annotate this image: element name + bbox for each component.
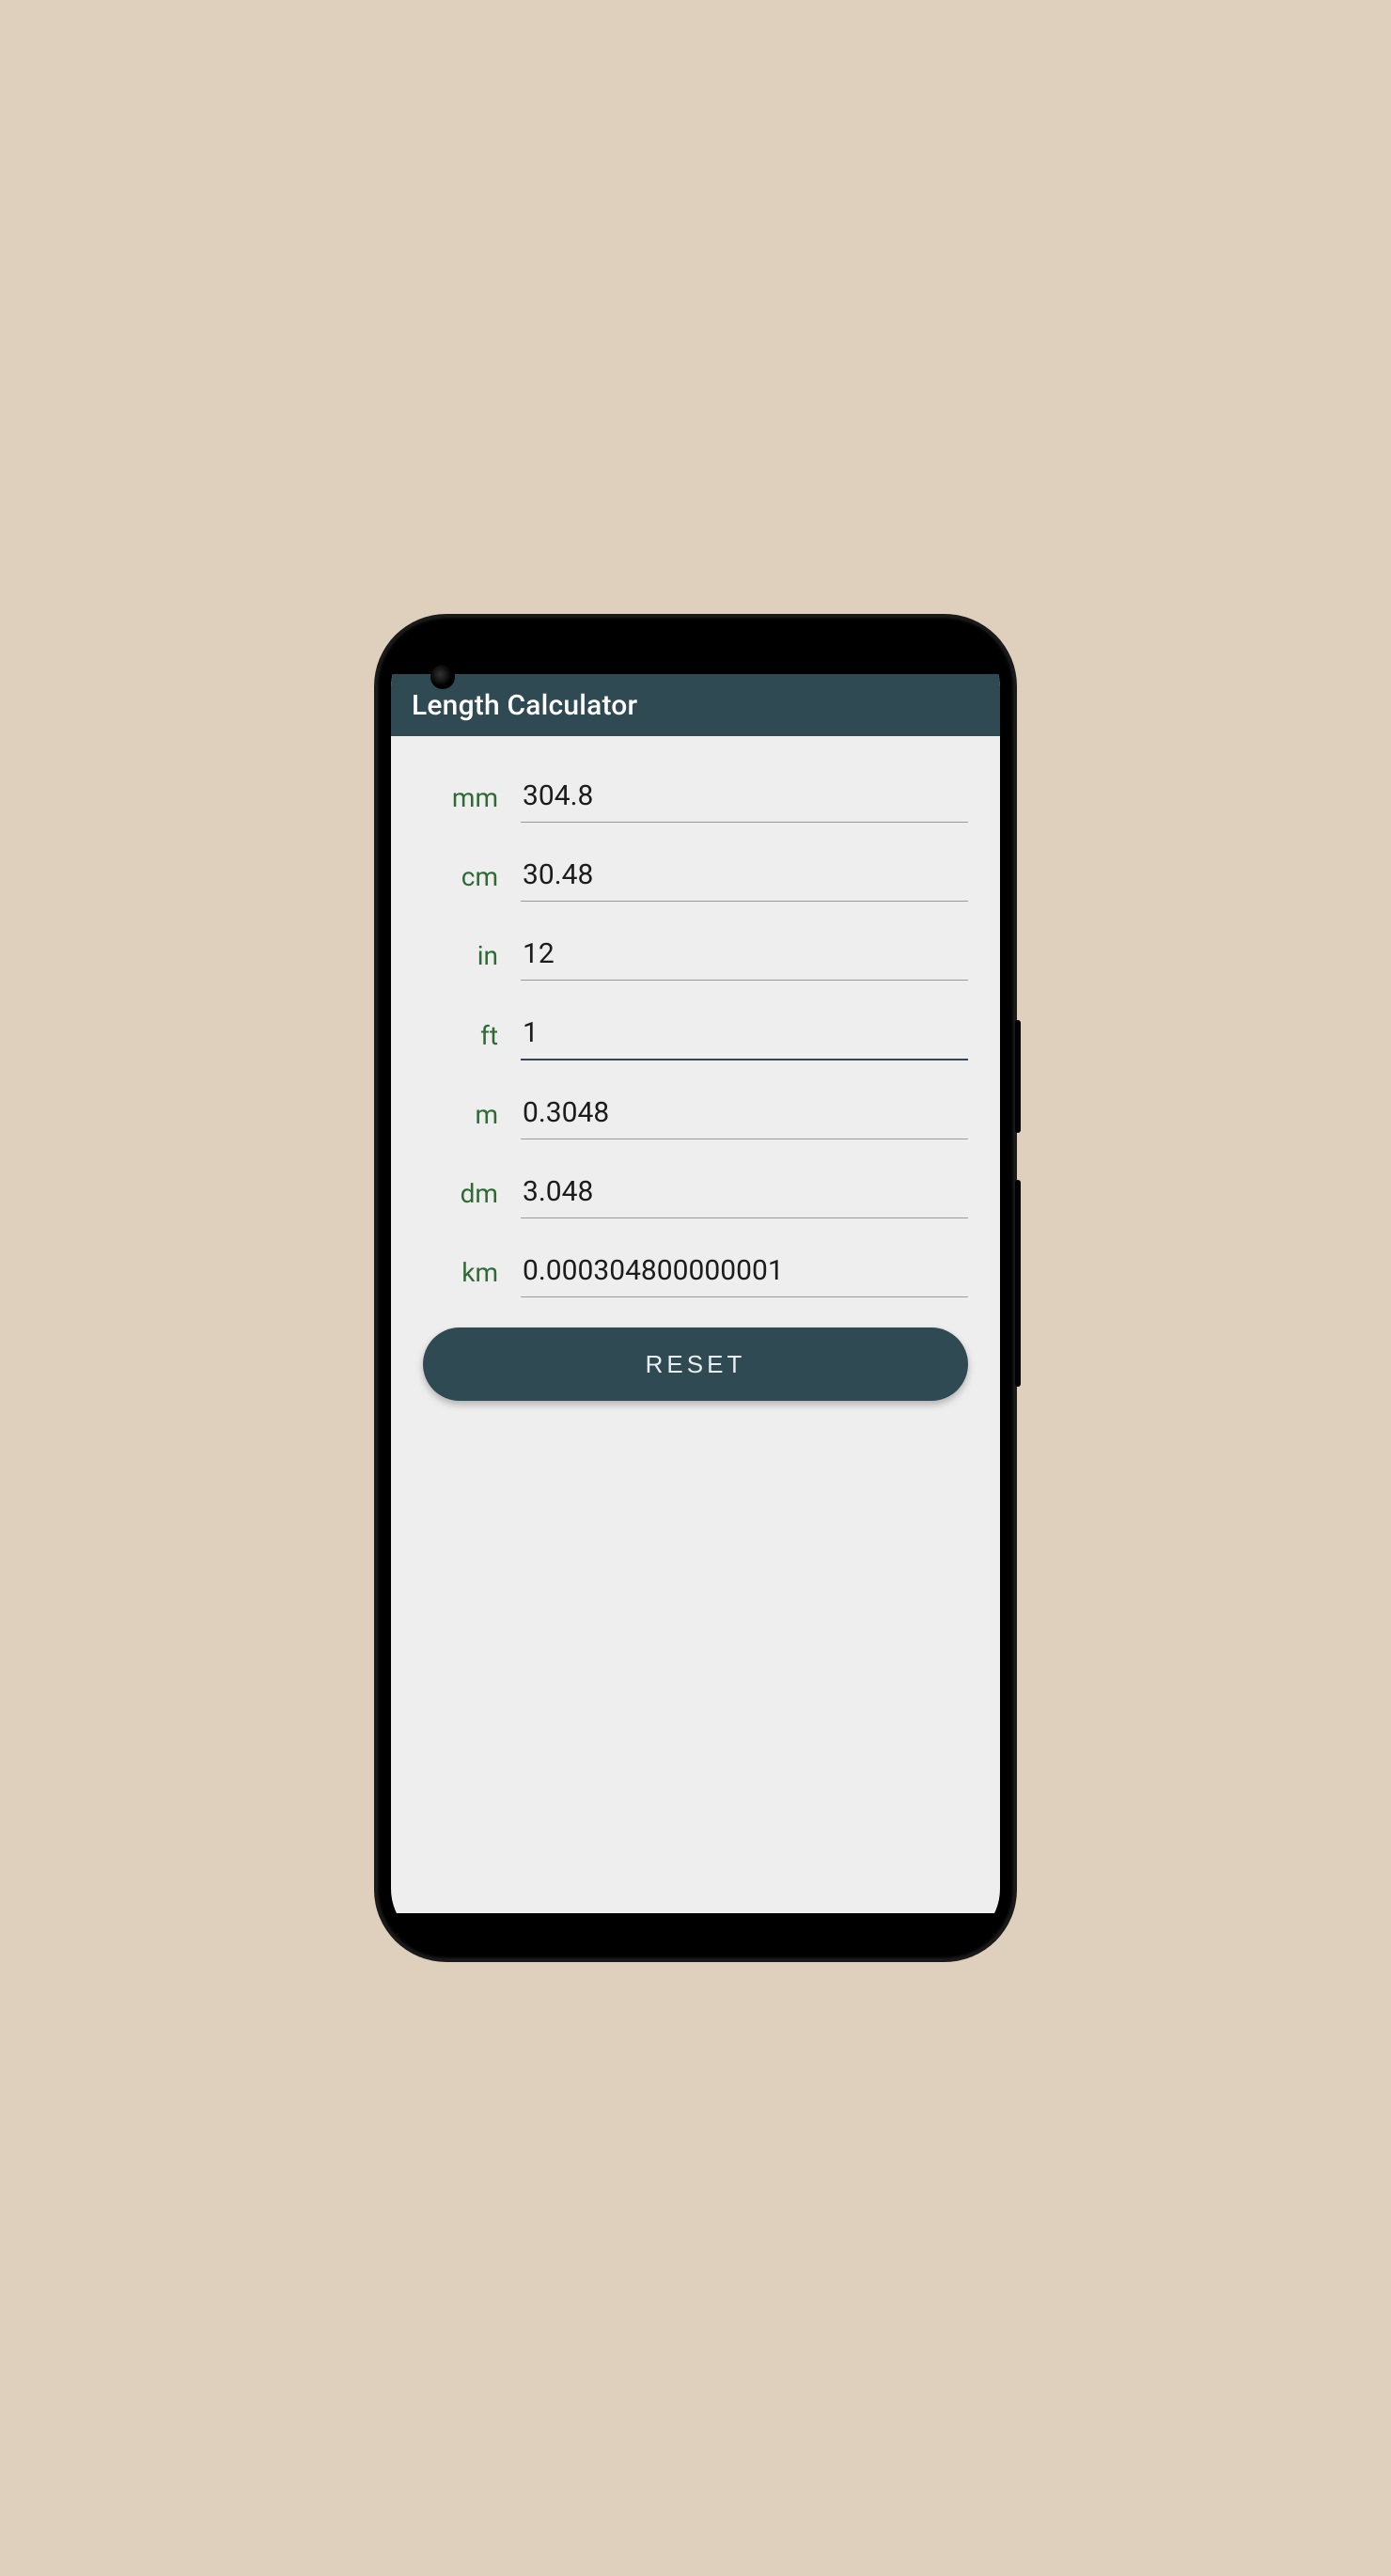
label-dm: dm [423,1178,504,1218]
row-km: km [423,1249,968,1297]
label-cm: cm [423,861,504,902]
label-ft: ft [423,1020,504,1060]
front-camera [430,665,455,689]
screen-wrap: Length Calculator mm cm in ft [391,631,1000,1945]
label-km: km [423,1257,504,1297]
input-mm[interactable] [521,774,968,823]
label-mm: mm [423,782,504,823]
label-m: m [423,1099,504,1139]
app-content: mm cm in ft m [391,736,1000,1913]
row-in: in [423,932,968,981]
input-dm[interactable] [521,1170,968,1218]
row-cm: cm [423,853,968,902]
row-dm: dm [423,1170,968,1218]
input-ft[interactable] [521,1011,968,1060]
row-mm: mm [423,774,968,823]
row-m: m [423,1091,968,1139]
input-cm[interactable] [521,853,968,902]
app-title: Length Calculator [412,689,637,722]
row-ft: ft [423,1011,968,1060]
app-bar: Length Calculator [391,674,1000,736]
phone-frame: Length Calculator mm cm in ft [376,616,1015,1960]
input-km[interactable] [521,1249,968,1297]
input-in[interactable] [521,932,968,981]
label-in: in [423,940,504,981]
reset-button[interactable]: RESET [423,1327,968,1401]
app-screen: Length Calculator mm cm in ft [391,674,1000,1913]
input-m[interactable] [521,1091,968,1139]
